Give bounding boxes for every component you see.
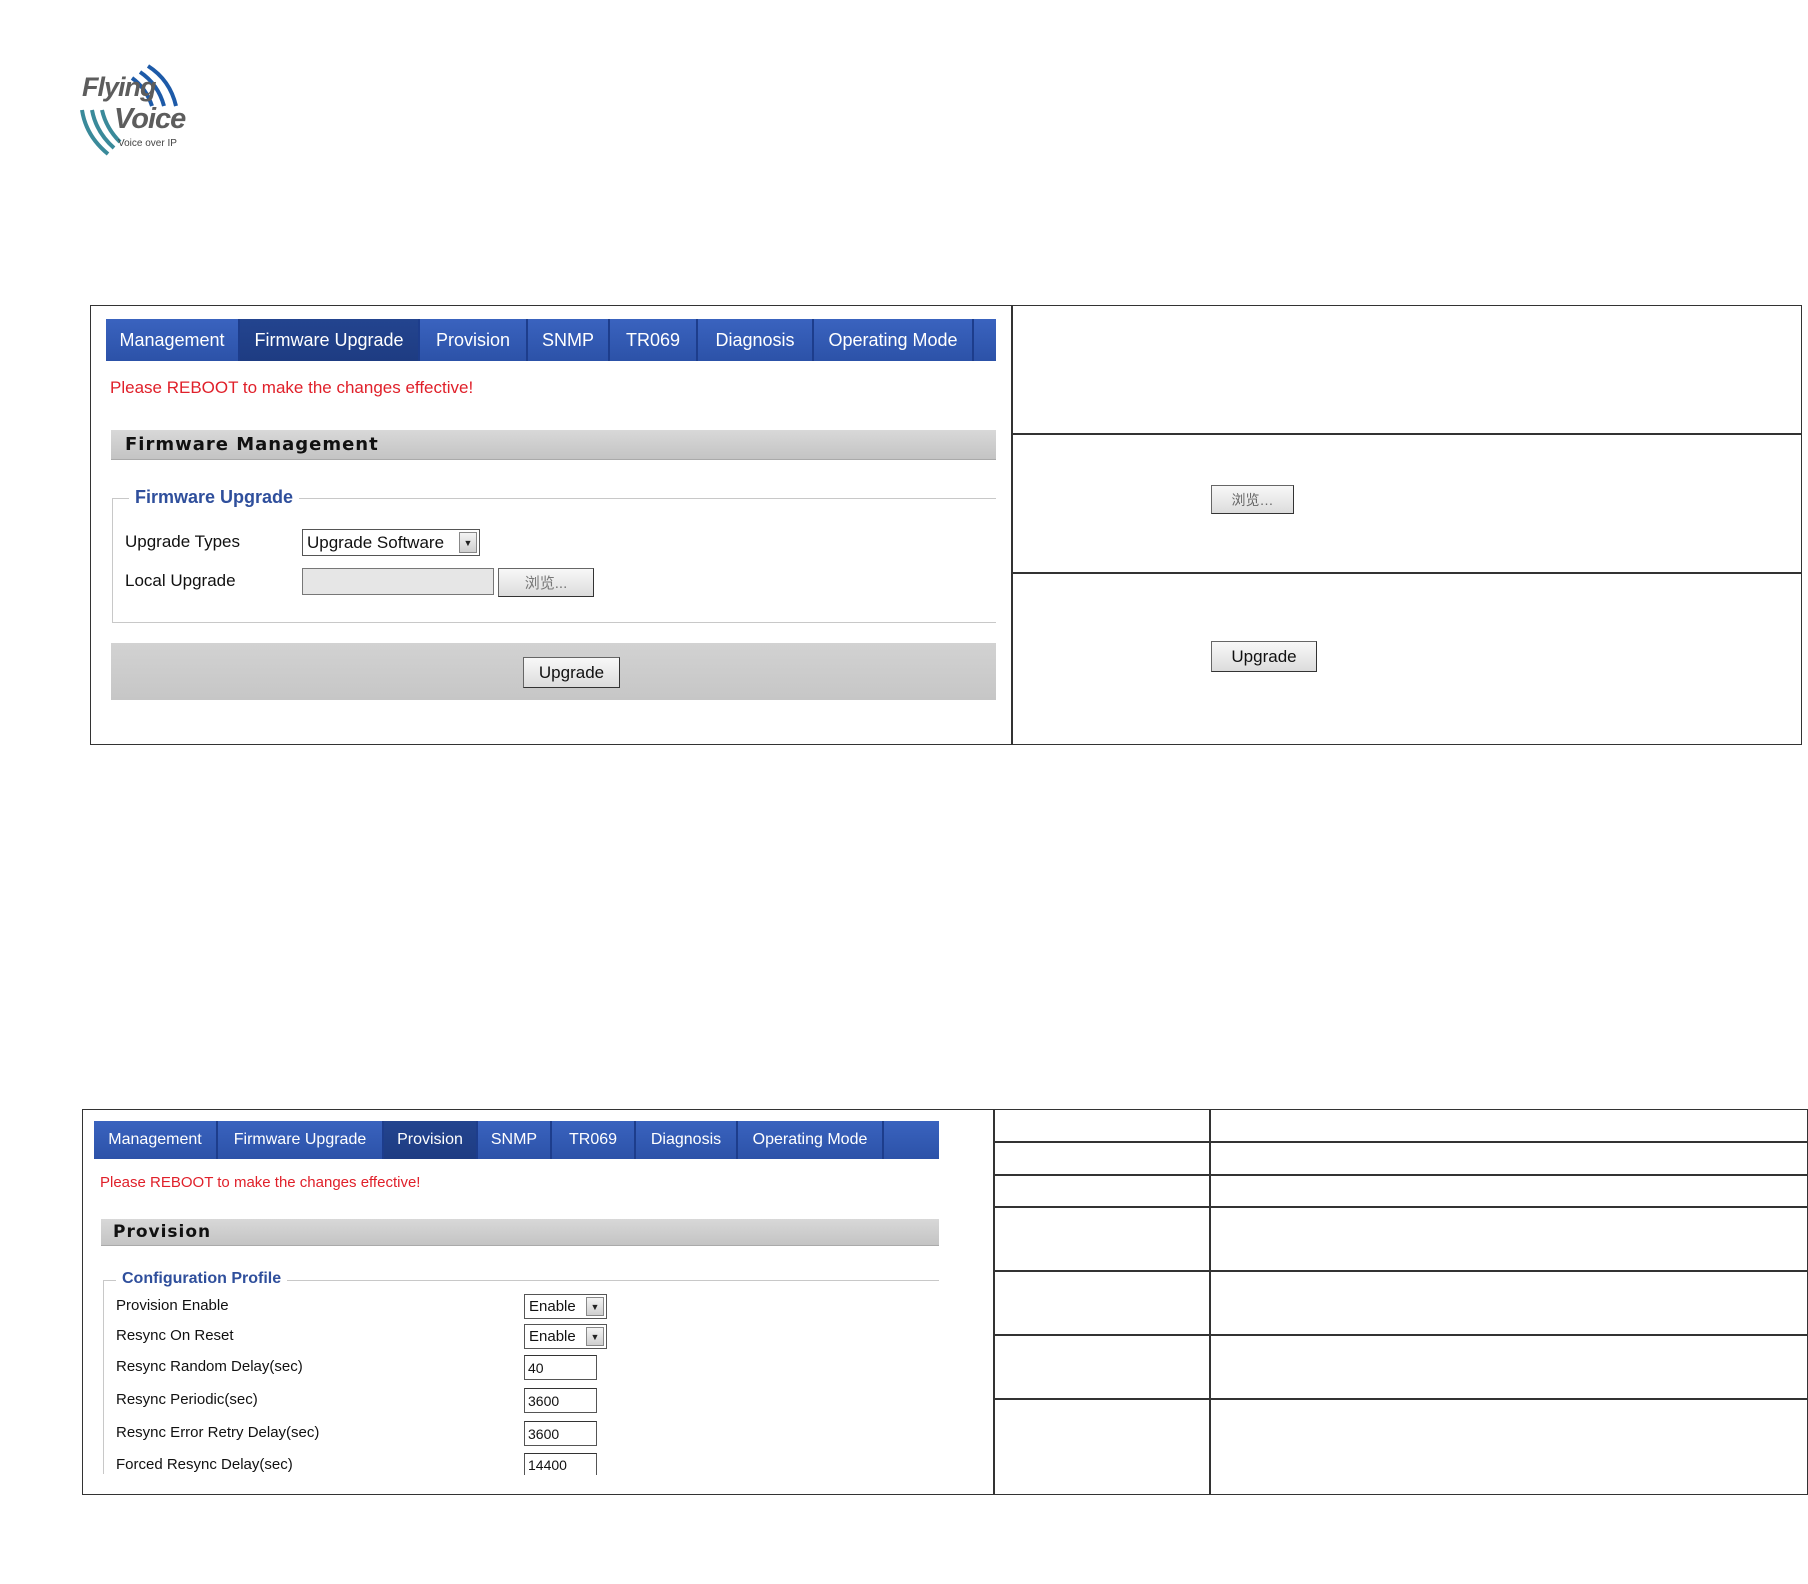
section-provision: Provision	[101, 1219, 939, 1246]
top-tab-bar: Management Firmware Upgrade Provision SN…	[106, 319, 996, 361]
chevron-down-icon: ▼	[459, 532, 477, 553]
bottom-row-line-6	[993, 1398, 1808, 1400]
bottom-row-line-3	[993, 1206, 1808, 1208]
side-browse-button[interactable]: 浏览…	[1211, 485, 1294, 514]
tab-firmware-upgrade[interactable]: Firmware Upgrade	[240, 319, 420, 361]
resync-periodic-input[interactable]: 3600	[524, 1388, 597, 1413]
tab-tr069[interactable]: TR069	[552, 1121, 636, 1159]
fieldset-legend: Firmware Upgrade	[129, 487, 300, 508]
tab-provision[interactable]: Provision	[384, 1121, 478, 1159]
fieldset-legend: Configuration Profile	[116, 1270, 288, 1288]
upgrade-types-select[interactable]: Upgrade Software ▼	[302, 529, 480, 556]
upgrade-types-value: Upgrade Software	[307, 532, 445, 552]
reboot-notice: Please REBOOT to make the changes effect…	[100, 1174, 421, 1191]
section-firmware-management: Firmware Management	[111, 430, 996, 460]
provision-enable-label: Provision Enable	[116, 1297, 229, 1314]
bottom-tab-bar: Management Firmware Upgrade Provision SN…	[94, 1121, 939, 1159]
resync-on-reset-label: Resync On Reset	[116, 1327, 234, 1344]
resync-random-delay-input[interactable]: 40	[524, 1355, 597, 1380]
tab-firmware-upgrade[interactable]: Firmware Upgrade	[218, 1121, 384, 1159]
fieldset-left-border	[103, 1280, 104, 1474]
bottom-row-line-4	[993, 1270, 1808, 1272]
side-upgrade-button[interactable]: Upgrade	[1211, 641, 1317, 672]
tab-bar-fill	[884, 1121, 939, 1159]
fieldset-bottom-border	[112, 622, 996, 623]
provision-enable-select[interactable]: Enable ▼	[524, 1294, 607, 1319]
bottom-row-line-5	[993, 1334, 1808, 1336]
resync-on-reset-select[interactable]: Enable ▼	[524, 1324, 607, 1349]
fieldset-left-border	[112, 498, 113, 622]
resync-random-delay-label: Resync Random Delay(sec)	[116, 1358, 303, 1375]
bottom-table-divider-2	[1209, 1109, 1211, 1495]
tab-snmp[interactable]: SNMP	[528, 319, 610, 361]
forced-resync-delay-label: Forced Resync Delay(sec)	[116, 1456, 293, 1473]
bottom-table-divider-1	[993, 1109, 995, 1495]
tab-management[interactable]: Management	[106, 319, 240, 361]
tab-diagnosis[interactable]: Diagnosis	[636, 1121, 738, 1159]
tab-management[interactable]: Management	[94, 1121, 218, 1159]
bottom-row-line-1	[993, 1141, 1808, 1143]
tab-provision[interactable]: Provision	[420, 319, 528, 361]
forced-resync-delay-input[interactable]: 14400	[524, 1453, 597, 1475]
chevron-down-icon: ▼	[586, 1297, 604, 1316]
tab-tr069[interactable]: TR069	[610, 319, 698, 361]
tab-operating-mode[interactable]: Operating Mode	[738, 1121, 884, 1159]
reboot-notice: Please REBOOT to make the changes effect…	[110, 378, 474, 397]
section-title: Provision	[113, 1222, 212, 1242]
upgrade-button[interactable]: Upgrade	[523, 657, 620, 688]
resync-periodic-label: Resync Periodic(sec)	[116, 1391, 258, 1408]
bottom-row-line-2	[993, 1174, 1808, 1176]
flying-voice-logo: Flying Voice Voice over IP	[78, 58, 188, 158]
logo-text-voice: Voice	[114, 103, 186, 135]
top-table-row-line-2	[1011, 572, 1802, 574]
bottom-table-frame	[82, 1109, 1808, 1495]
local-upgrade-label: Local Upgrade	[125, 571, 236, 590]
logo-text-flying: Flying	[82, 72, 156, 102]
tab-bar-fill	[974, 319, 996, 361]
resync-error-retry-delay-label: Resync Error Retry Delay(sec)	[116, 1424, 320, 1441]
browse-button[interactable]: 浏览...	[498, 568, 594, 597]
chevron-down-icon: ▼	[586, 1327, 604, 1346]
top-table-row-line-1	[1011, 433, 1802, 435]
resync-error-retry-delay-input[interactable]: 3600	[524, 1421, 597, 1446]
logo-tagline: Voice over IP	[118, 138, 177, 149]
section-title: Firmware Management	[125, 434, 379, 455]
tab-snmp[interactable]: SNMP	[478, 1121, 552, 1159]
upgrade-types-label: Upgrade Types	[125, 532, 240, 551]
resync-on-reset-value: Enable	[529, 1328, 576, 1345]
provision-enable-value: Enable	[529, 1298, 576, 1315]
local-upgrade-file-input[interactable]	[302, 568, 494, 595]
tab-operating-mode[interactable]: Operating Mode	[814, 319, 974, 361]
top-table-divider	[1011, 305, 1013, 745]
tab-diagnosis[interactable]: Diagnosis	[698, 319, 814, 361]
